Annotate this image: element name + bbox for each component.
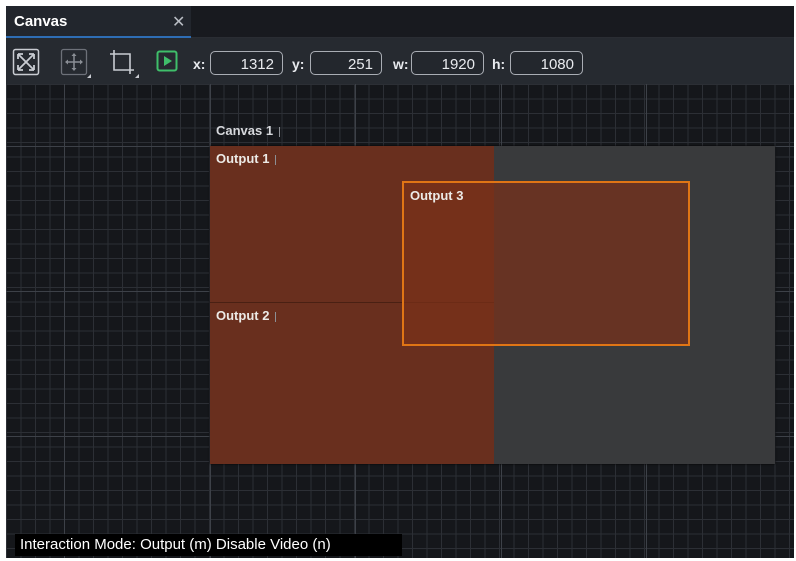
crop-button[interactable]: [108, 48, 139, 78]
grid-major-line: [64, 84, 65, 558]
tab-canvas[interactable]: Canvas ✕: [6, 6, 191, 38]
canvas-window: Canvas ✕ x: 1312 y: 251 w: 1920 h: 1080 …: [6, 6, 794, 558]
h-label: h:: [492, 56, 506, 72]
play-button[interactable]: [156, 50, 184, 78]
tab-bar: Canvas ✕: [6, 6, 794, 38]
output-label: Output 1: [216, 151, 277, 166]
fit-view-icon: [12, 48, 40, 76]
y-field[interactable]: [310, 51, 382, 75]
canvas-label: Canvas 1: [216, 123, 281, 138]
x-label: x:: [193, 56, 206, 72]
close-icon[interactable]: ✕: [172, 12, 185, 32]
y-label: y:: [292, 56, 305, 72]
toolbar: x: y: w: h:: [6, 38, 794, 84]
output-3[interactable]: Output 3: [402, 181, 690, 346]
fit-view-button[interactable]: [12, 48, 40, 76]
canvas-viewport[interactable]: Canvas 1 Output 1 Output 2 Output 3 Inte…: [6, 84, 794, 558]
move-button[interactable]: [60, 48, 91, 78]
x-field[interactable]: [210, 51, 283, 75]
play-icon: [156, 50, 178, 72]
w-label: w:: [393, 56, 409, 72]
crop-icon: [110, 50, 139, 78]
output-label: Output 3: [410, 188, 464, 203]
output-label: Output 2: [216, 308, 277, 323]
move-icon: [60, 48, 91, 78]
tab-title: Canvas: [14, 13, 68, 30]
h-field[interactable]: [510, 51, 583, 75]
w-field[interactable]: [411, 51, 484, 75]
status-bar: Interaction Mode: Output (m) Disable Vid…: [15, 534, 402, 556]
